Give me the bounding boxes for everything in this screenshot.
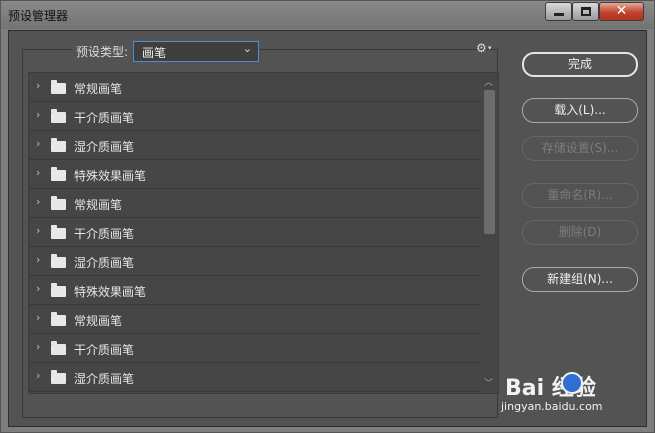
watermark-url: jingyan.baidu.com: [501, 400, 603, 413]
folder-icon: [51, 312, 66, 326]
folder-icon: [51, 341, 66, 355]
list-item[interactable]: › 干介质画笔: [29, 334, 481, 363]
list-item-label: 常规画笔: [74, 82, 123, 96]
dialog-body: 预设类型: 画笔 ⌄ ⚙ ▾ › 常规画笔 › 干介质画笔 › 湿介质画笔 › …: [8, 30, 647, 427]
gear-icon[interactable]: ⚙: [476, 41, 487, 55]
preset-type-label: 预设类型:: [72, 43, 133, 60]
chevron-down-icon: ⌄: [242, 42, 252, 55]
gear-menu-caret-icon[interactable]: ▾: [488, 44, 492, 52]
folder-icon: [51, 254, 66, 268]
new-group-button[interactable]: 新建组(N)...: [522, 267, 638, 292]
scroll-down-icon[interactable]: ﹀: [484, 376, 493, 389]
done-button[interactable]: 完成: [522, 52, 638, 77]
expand-chevron-icon[interactable]: ›: [36, 166, 40, 179]
expand-chevron-icon[interactable]: ›: [36, 137, 40, 150]
list-item[interactable]: › 特殊效果画笔: [29, 276, 481, 305]
close-button[interactable]: ✕: [599, 2, 644, 21]
expand-chevron-icon[interactable]: ›: [36, 108, 40, 121]
expand-chevron-icon[interactable]: ›: [36, 311, 40, 324]
minimize-icon: [554, 13, 564, 16]
folder-icon: [51, 283, 66, 297]
rename-button[interactable]: 重命名(R)...: [522, 183, 638, 208]
folder-icon: [51, 370, 66, 384]
preset-list[interactable]: › 常规画笔 › 干介质画笔 › 湿介质画笔 › 特殊效果画笔 › 常规画笔 ›…: [28, 72, 499, 394]
expand-chevron-icon[interactable]: ›: [36, 224, 40, 237]
expand-chevron-icon[interactable]: ›: [36, 282, 40, 295]
list-item-label: 特殊效果画笔: [74, 285, 147, 299]
maximize-button[interactable]: [572, 2, 599, 21]
list-item[interactable]: › 常规画笔: [29, 189, 481, 218]
list-item-label: 湿介质画笔: [74, 140, 135, 154]
expand-chevron-icon[interactable]: ›: [36, 253, 40, 266]
close-icon: ✕: [615, 3, 628, 19]
folder-icon: [51, 225, 66, 239]
list-item-label: 特殊效果画笔: [74, 169, 147, 183]
preset-type-value: 画笔: [142, 46, 167, 60]
folder-icon: [51, 196, 66, 210]
list-item-label: 干介质画笔: [74, 111, 135, 125]
folder-icon: [51, 167, 66, 181]
list-item[interactable]: › 干介质画笔: [29, 218, 481, 247]
folder-icon: [51, 109, 66, 123]
expand-chevron-icon[interactable]: ›: [36, 79, 40, 92]
save-set-button[interactable]: 存储设置(S)...: [522, 136, 638, 161]
list-item[interactable]: › 常规画笔: [29, 305, 481, 334]
list-item[interactable]: › 干介质画笔: [29, 102, 481, 131]
list-item-label: 常规画笔: [74, 198, 123, 212]
expand-chevron-icon[interactable]: ›: [36, 195, 40, 208]
list-item[interactable]: › 湿介质画笔: [29, 247, 481, 276]
list-item-label: 常规画笔: [74, 314, 123, 328]
minimize-button[interactable]: [545, 2, 572, 21]
title-bar[interactable]: 预设管理器 ✕: [1, 1, 654, 29]
list-item-label: 湿介质画笔: [74, 256, 135, 270]
list-item-label: 干介质画笔: [74, 343, 135, 357]
window-title: 预设管理器: [8, 9, 69, 23]
maximize-icon: [581, 7, 591, 16]
scroll-thumb[interactable]: [484, 90, 495, 234]
folder-icon: [51, 80, 66, 94]
list-item[interactable]: › 常规画笔: [29, 73, 481, 102]
scroll-up-icon[interactable]: ︿: [484, 75, 493, 88]
vertical-scrollbar[interactable]: ︿ ﹀: [481, 73, 498, 393]
list-item[interactable]: › 湿介质画笔: [29, 363, 481, 392]
list-item[interactable]: › 特殊效果画笔: [29, 160, 481, 189]
watermark: Bai 经验 jingyan.baidu.com: [501, 370, 631, 420]
preset-type-select[interactable]: 画笔 ⌄: [133, 41, 259, 62]
paw-icon: [561, 372, 583, 394]
folder-icon: [51, 138, 66, 152]
list-item[interactable]: › 湿介质画笔: [29, 131, 481, 160]
expand-chevron-icon[interactable]: ›: [36, 369, 40, 382]
load-button[interactable]: 载入(L)...: [522, 98, 638, 123]
preset-manager-window: 预设管理器 ✕ 预设类型: 画笔 ⌄ ⚙ ▾ › 常规画笔 › 干介质画笔 › …: [0, 0, 655, 433]
list-item-label: 湿介质画笔: [74, 372, 135, 386]
delete-button[interactable]: 删除(D): [522, 220, 638, 245]
list-item-label: 干介质画笔: [74, 227, 135, 241]
expand-chevron-icon[interactable]: ›: [36, 340, 40, 353]
